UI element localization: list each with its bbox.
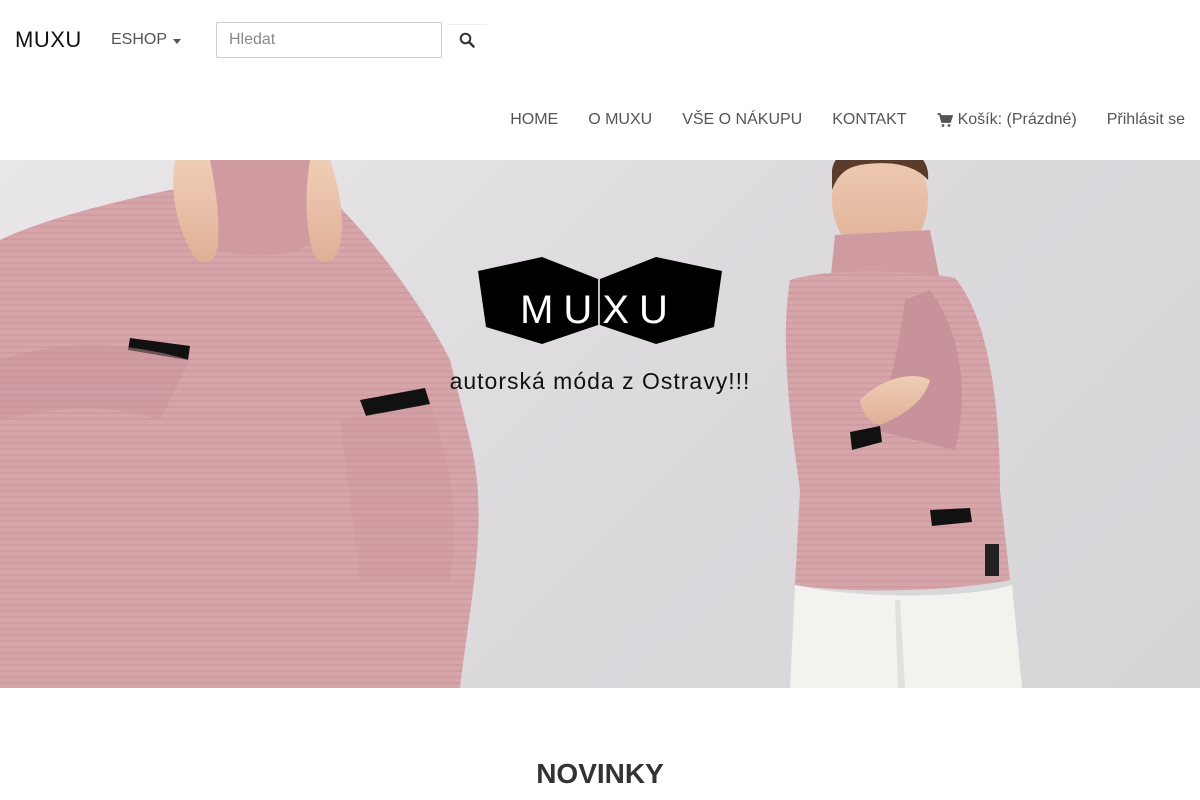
main-nav: HOME O MUXU VŠE O NÁKUPU KONTAKT Košík: … xyxy=(495,108,1200,132)
hero-banner: MUXU autorská móda z Ostravy!!! xyxy=(0,160,1200,688)
muxu-hero-logo: MUXU xyxy=(478,257,722,344)
eshop-dropdown-label: ESHOP xyxy=(111,31,168,48)
nav-kontakt[interactable]: KONTAKT xyxy=(817,111,921,129)
nav-login[interactable]: Přihlásit se xyxy=(1092,111,1200,129)
cart-label: Košík: (Prázdné) xyxy=(957,111,1077,128)
hero-logo-text: MUXU xyxy=(520,288,678,332)
search-icon xyxy=(459,32,475,51)
caret-down-icon xyxy=(173,38,182,44)
eshop-dropdown[interactable]: ESHOP xyxy=(111,31,182,49)
nav-o-muxu[interactable]: O MUXU xyxy=(573,111,667,129)
nav-cart[interactable]: Košík: (Prázdné) xyxy=(922,111,1092,129)
nav-home[interactable]: HOME xyxy=(495,111,573,129)
section-title-novinky: NOVINKY xyxy=(536,758,664,789)
navbar: MUXU ESHOP HOME O MUXU VŠE O NÁKUPU KONT… xyxy=(0,0,1200,160)
search-button[interactable] xyxy=(447,24,487,58)
hero-tagline: autorská móda z Ostravy!!! xyxy=(449,368,751,394)
hero-photo xyxy=(0,160,1022,688)
brand-logo[interactable]: MUXU xyxy=(15,27,82,53)
cart-icon xyxy=(937,112,953,128)
nav-vse-o-nakupu[interactable]: VŠE O NÁKUPU xyxy=(667,111,817,129)
search-input[interactable] xyxy=(216,22,442,58)
